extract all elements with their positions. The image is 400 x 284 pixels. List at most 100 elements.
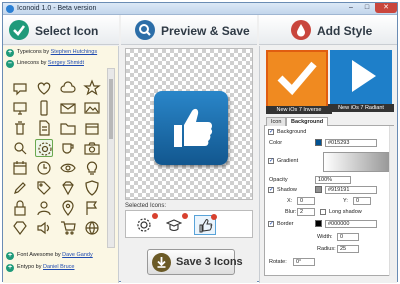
selected-icons-label: Selected Icons:	[125, 203, 167, 209]
border-swatch[interactable]	[315, 220, 322, 227]
eye-icon[interactable]	[59, 159, 77, 177]
style-ios7-radiant[interactable]: New iOs 7 Radiant	[328, 50, 394, 112]
pack-linecons[interactable]: – Linecons by Sergey Shmidt	[5, 58, 117, 69]
preview-header: Preview & Save	[121, 15, 257, 45]
radius-label: Radius:	[317, 246, 336, 252]
collapse-icon[interactable]: –	[6, 60, 14, 68]
preview-title: Preview & Save	[161, 24, 250, 38]
user-icon[interactable]	[35, 199, 53, 217]
pack-font-awesome[interactable]: + Font Awesome by Dave Gandy	[5, 250, 117, 261]
gradient-picker[interactable]	[323, 152, 389, 172]
photo-icon[interactable]	[83, 99, 101, 117]
selected-thumbs-up-icon[interactable]	[194, 214, 217, 235]
opacity-label: Opacity	[269, 177, 288, 183]
author-link[interactable]: Stephen Hutchings	[51, 49, 97, 55]
style-ios7-inverse[interactable]: New iOs 7 Inverse	[266, 50, 332, 114]
radius-field[interactable]: 25	[337, 245, 359, 253]
pen-icon[interactable]	[11, 179, 29, 197]
speaker-icon[interactable]	[35, 219, 53, 237]
icon-grid-scrollbar[interactable]	[107, 68, 115, 248]
selected-graduation-cap-icon[interactable]	[164, 213, 188, 235]
pack-entypo[interactable]: + Entypo by Daniel Bruce	[5, 262, 117, 273]
remove-icon[interactable]	[182, 213, 188, 219]
search-icon[interactable]	[11, 139, 29, 157]
clock-icon[interactable]	[35, 159, 53, 177]
author-link[interactable]: Dave Gandy	[62, 252, 93, 258]
save-button-label: Save 3 Icons	[176, 256, 243, 268]
calendar-icon[interactable]	[11, 159, 29, 177]
shadow-checkbox[interactable]: ✓	[268, 187, 274, 193]
add-style-header: Add Style	[259, 15, 397, 45]
cart-icon[interactable]	[59, 219, 77, 237]
author-link[interactable]: Sergey Shmidt	[48, 60, 84, 66]
cup-icon[interactable]	[59, 139, 77, 157]
gear-icon[interactable]	[35, 139, 53, 157]
opacity-field[interactable]: 100%	[315, 176, 351, 184]
pack-name: Entypo	[17, 264, 35, 270]
heart-icon[interactable]	[35, 79, 53, 97]
border-color-field[interactable]: #000000	[325, 220, 377, 228]
add-style-title: Add Style	[317, 24, 373, 38]
expand-icon[interactable]: +	[6, 252, 14, 260]
background-checkbox[interactable]: ✓	[268, 129, 274, 135]
bubble-icon[interactable]	[11, 79, 29, 97]
gradient-checkbox[interactable]: ✓	[268, 158, 274, 164]
selected-gear-icon[interactable]	[134, 213, 158, 235]
style-tile-label: New iOs 7 Radiant	[328, 104, 394, 112]
app-logo-icon	[6, 5, 14, 13]
mail-icon[interactable]	[59, 99, 77, 117]
shadow-label: Shadow	[277, 187, 297, 193]
icon-library-panel: + Typeicons by Stephen Hutchings – Linec…	[3, 46, 119, 283]
box-icon[interactable]	[83, 119, 101, 137]
globe-icon[interactable]	[83, 219, 101, 237]
shadow-y-field[interactable]: 0	[353, 197, 371, 205]
expand-icon[interactable]: +	[6, 49, 14, 57]
scroll-thumb[interactable]	[109, 79, 113, 139]
remove-icon[interactable]	[211, 214, 217, 220]
pack-name: Typeicons	[17, 49, 42, 55]
pack-name: Font Awesome	[17, 252, 54, 258]
style-tile-label: New iOs 7 Inverse	[266, 106, 332, 114]
diamond-icon[interactable]	[59, 179, 77, 197]
maximize-button[interactable]: □	[359, 3, 375, 13]
doc-icon[interactable]	[35, 119, 53, 137]
flag-icon[interactable]	[83, 199, 101, 217]
shadow-swatch[interactable]	[315, 186, 322, 193]
background-label: Background	[277, 129, 307, 135]
shadow-color-field[interactable]: #919191	[325, 186, 377, 194]
settings-scrollbar[interactable]	[389, 126, 395, 276]
close-button[interactable]: ✕	[375, 3, 397, 13]
gem-icon[interactable]	[11, 219, 29, 237]
cloud-icon[interactable]	[59, 79, 77, 97]
selected-icons-list	[125, 210, 253, 238]
minimize-button[interactable]: –	[343, 3, 359, 13]
shadow-x-field[interactable]: 0	[297, 197, 315, 205]
pack-typeicons[interactable]: + Typeicons by Stephen Hutchings	[5, 47, 117, 58]
border-width-field[interactable]: 0	[337, 233, 359, 241]
title-bar: Iconoid 1.0 - Beta version – □ ✕	[3, 3, 397, 15]
remove-icon[interactable]	[152, 213, 158, 219]
monitor-icon[interactable]	[11, 99, 29, 117]
lightbulb-icon[interactable]	[83, 159, 101, 177]
blur-field[interactable]: 2	[297, 208, 315, 216]
long-shadow-checkbox[interactable]	[320, 209, 326, 215]
folder-icon[interactable]	[59, 119, 77, 137]
tag-icon[interactable]	[35, 179, 53, 197]
select-icon-title: Select Icon	[35, 24, 99, 38]
star-icon[interactable]	[83, 79, 101, 97]
color-swatch[interactable]	[315, 139, 322, 146]
shield-icon[interactable]	[83, 179, 101, 197]
border-checkbox[interactable]: ✓	[268, 221, 274, 227]
trash-icon[interactable]	[11, 119, 29, 137]
lock-icon[interactable]	[11, 199, 29, 217]
author-link[interactable]: Daniel Bruce	[43, 264, 75, 270]
rotate-field[interactable]: 0°	[293, 258, 315, 266]
phone-icon[interactable]	[35, 99, 53, 117]
window-title: Iconoid 1.0 - Beta version	[17, 5, 97, 12]
download-icon	[152, 253, 171, 272]
pin-icon[interactable]	[59, 199, 77, 217]
camera-icon[interactable]	[83, 139, 101, 157]
color-field[interactable]: #015293	[325, 139, 377, 147]
expand-icon[interactable]: +	[6, 264, 14, 272]
save-icons-button[interactable]: Save 3 Icons	[147, 249, 243, 275]
